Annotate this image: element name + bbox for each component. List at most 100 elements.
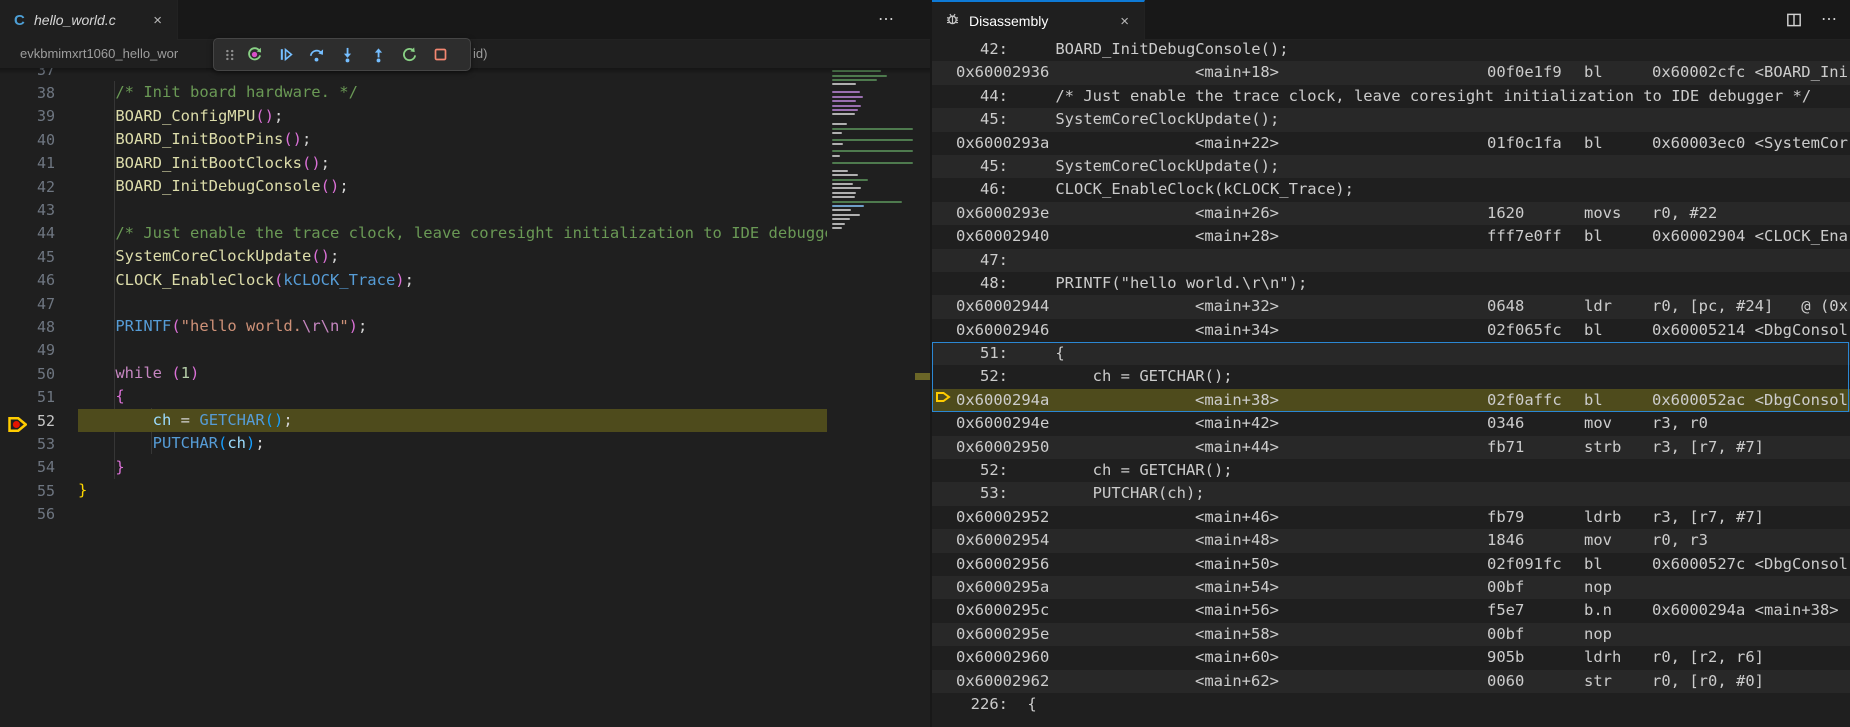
code-line-53[interactable]: 53 PUTCHAR(ch);	[0, 432, 930, 455]
disassembly-instruction-row[interactable]: 0x60002962<main+62>0060strr0, [r0, #0]	[932, 670, 1850, 693]
line-number[interactable]: 54	[0, 458, 55, 476]
disassembly-source-row[interactable]: 45: SystemCoreClockUpdate();	[932, 108, 1850, 131]
line-number[interactable]: 40	[0, 131, 55, 149]
line-number[interactable]: 42	[0, 178, 55, 196]
code-text[interactable]: PRINTF("hello world.\r\n");	[78, 315, 827, 338]
more-actions-icon[interactable]: ⋯	[1821, 9, 1839, 29]
code-line-49[interactable]: 49	[0, 339, 930, 362]
code-text[interactable]: CLOCK_EnableClock(kCLOCK_Trace);	[78, 269, 827, 292]
restart-button[interactable]	[394, 42, 425, 68]
code-text[interactable]: BOARD_ConfigMPU();	[78, 105, 827, 128]
code-line-50[interactable]: 50 while (1)	[0, 362, 930, 385]
code-text[interactable]: /* Init board hardware. */	[78, 81, 827, 104]
step-out-button[interactable]	[363, 42, 394, 68]
disassembly-instruction-row[interactable]: 0x60002940<main+28>fff7e0ffbl0x60002904 …	[932, 225, 1850, 248]
line-number[interactable]: 38	[0, 84, 55, 102]
disassembly-source-row[interactable]: 226: {	[932, 693, 1850, 716]
code-text[interactable]: while (1)	[78, 362, 827, 385]
code-text[interactable]: ch = GETCHAR();	[78, 409, 827, 432]
code-text[interactable]: {	[78, 385, 827, 408]
disassembly-instruction-row[interactable]: 0x60002956<main+50>02f091fcbl0x6000527c …	[932, 553, 1850, 576]
disassembly-source-row[interactable]: 45: SystemCoreClockUpdate();	[932, 155, 1850, 178]
code-line-39[interactable]: 39 BOARD_ConfigMPU();	[0, 105, 930, 128]
disassembly-source-row[interactable]: 52: ch = GETCHAR();	[932, 459, 1850, 482]
code-line-51[interactable]: 51 {	[0, 385, 930, 408]
disassembly-instruction-row[interactable]: 0x60002954<main+48>1846movr0, r3	[932, 529, 1850, 552]
code-text[interactable]	[78, 292, 827, 315]
disassembly-instruction-row[interactable]: 0x60002946<main+34>02f065fcbl0x60005214 …	[932, 319, 1850, 342]
code-line-52[interactable]: 52 ch = GETCHAR();	[0, 409, 930, 432]
code-text[interactable]	[78, 339, 827, 362]
line-number[interactable]: 41	[0, 154, 55, 172]
disassembly-instruction-row[interactable]: 0x60002944<main+32>0648ldrr0, [pc, #24] …	[932, 295, 1850, 318]
code-text[interactable]: BOARD_InitBootClocks();	[78, 152, 827, 175]
code-line-42[interactable]: 42 BOARD_InitDebugConsole();	[0, 175, 930, 198]
split-editor-icon[interactable]	[1785, 11, 1803, 34]
close-icon[interactable]: ×	[148, 11, 167, 30]
disassembly-source-row[interactable]: 48: PRINTF("hello world.\r\n");	[932, 272, 1850, 295]
code-text[interactable]	[78, 502, 827, 525]
disassembly-source-row[interactable]: 53: PUTCHAR(ch);	[932, 482, 1850, 505]
disassembly-source-row[interactable]: 44: /* Just enable the trace clock, leav…	[932, 85, 1850, 108]
line-number[interactable]: 39	[0, 107, 55, 125]
code-line-54[interactable]: 54 }	[0, 456, 930, 479]
line-number[interactable]: 43	[0, 201, 55, 219]
scrollbar-current-line-marker[interactable]	[915, 373, 930, 380]
code-text[interactable]: SystemCoreClockUpdate();	[78, 245, 827, 268]
close-icon[interactable]: ×	[1115, 12, 1134, 31]
gripper-button[interactable]	[221, 42, 239, 68]
code-line-44[interactable]: 44 /* Just enable the trace clock, leave…	[0, 222, 930, 245]
code-line-38[interactable]: 38 /* Init board hardware. */	[0, 81, 930, 104]
line-number[interactable]: 44	[0, 224, 55, 242]
code-line-45[interactable]: 45 SystemCoreClockUpdate();	[0, 245, 930, 268]
code-line-48[interactable]: 48 PRINTF("hello world.\r\n");	[0, 315, 930, 338]
code-line-41[interactable]: 41 BOARD_InitBootClocks();	[0, 152, 930, 175]
disassembly-source-row[interactable]: 42: BOARD_InitDebugConsole();	[932, 38, 1850, 61]
line-number[interactable]: 51	[0, 388, 55, 406]
code-line-40[interactable]: 40 BOARD_InitBootPins();	[0, 128, 930, 151]
code-line-47[interactable]: 47	[0, 292, 930, 315]
line-number[interactable]: 55	[0, 482, 55, 500]
code-text[interactable]: PUTCHAR(ch);	[78, 432, 827, 455]
disassembly-instruction-row[interactable]: 0x60002936<main+18>00f0e1f9bl0x60002cfc …	[932, 61, 1850, 84]
disassembly-source-row[interactable]: 52: ch = GETCHAR();	[932, 365, 1850, 388]
disassembly-instruction-row[interactable]: 0x6000294e<main+42>0346movr3, r0	[932, 412, 1850, 435]
stop-button[interactable]	[425, 42, 456, 68]
code-line-56[interactable]: 56	[0, 502, 930, 525]
line-number[interactable]: 50	[0, 365, 55, 383]
line-number[interactable]: 53	[0, 435, 55, 453]
line-number[interactable]: 47	[0, 295, 55, 313]
line-number[interactable]: 46	[0, 271, 55, 289]
disassembly-instruction-row[interactable]: 0x6000295e<main+58>00bfnop	[932, 623, 1850, 646]
code-text[interactable]	[78, 198, 827, 221]
more-actions-icon[interactable]: ⋯	[878, 9, 896, 29]
line-number[interactable]: 48	[0, 318, 55, 336]
disassembly-instruction-row[interactable]: 0x60002960<main+60>905bldrhr0, [r2, r6]	[932, 646, 1850, 669]
disassembly-source-row[interactable]: 51: {	[932, 342, 1850, 365]
disassembly-source-row[interactable]: 47:	[932, 249, 1850, 272]
tab-hello-world-c[interactable]: C hello_world.c ×	[0, 0, 178, 40]
step-over-button[interactable]	[301, 42, 332, 68]
code-text[interactable]: }	[78, 479, 827, 502]
reset-device-button[interactable]	[239, 42, 270, 68]
step-into-button[interactable]	[332, 42, 363, 68]
line-number[interactable]: 56	[0, 505, 55, 523]
code-text[interactable]: }	[78, 456, 827, 479]
code-line-43[interactable]: 43	[0, 198, 930, 221]
disassembly-instruction-row[interactable]: 0x6000295a<main+54>00bfnop	[932, 576, 1850, 599]
code-line-55[interactable]: 55}	[0, 479, 930, 502]
tab-disassembly[interactable]: Disassembly ×	[932, 0, 1145, 40]
disassembly-instruction-row[interactable]: 0x6000293a<main+22>01f0c1fabl0x60003ec0 …	[932, 132, 1850, 155]
code-text[interactable]: /* Just enable the trace clock, leave co…	[78, 222, 827, 245]
code-text[interactable]: BOARD_InitBootPins();	[78, 128, 827, 151]
minimap[interactable]	[832, 57, 913, 347]
line-number[interactable]: 49	[0, 341, 55, 359]
breadcrumb-file[interactable]: evkbmimxrt1060_hello_wor	[20, 46, 212, 61]
continue-button[interactable]	[270, 42, 301, 68]
disassembly-instruction-row[interactable]: 0x6000294a<main+38>02f0affcbl0x600052ac …	[932, 389, 1850, 412]
line-number[interactable]: 45	[0, 248, 55, 266]
disassembly-instruction-row[interactable]: 0x6000293e<main+26>1620movsr0, #22	[932, 202, 1850, 225]
code-text[interactable]: BOARD_InitDebugConsole();	[78, 175, 827, 198]
disassembly-instruction-row[interactable]: 0x60002950<main+44>fb71strbr3, [r7, #7]	[932, 436, 1850, 459]
disassembly-instruction-row[interactable]: 0x60002952<main+46>fb79ldrbr3, [r7, #7]	[932, 506, 1850, 529]
